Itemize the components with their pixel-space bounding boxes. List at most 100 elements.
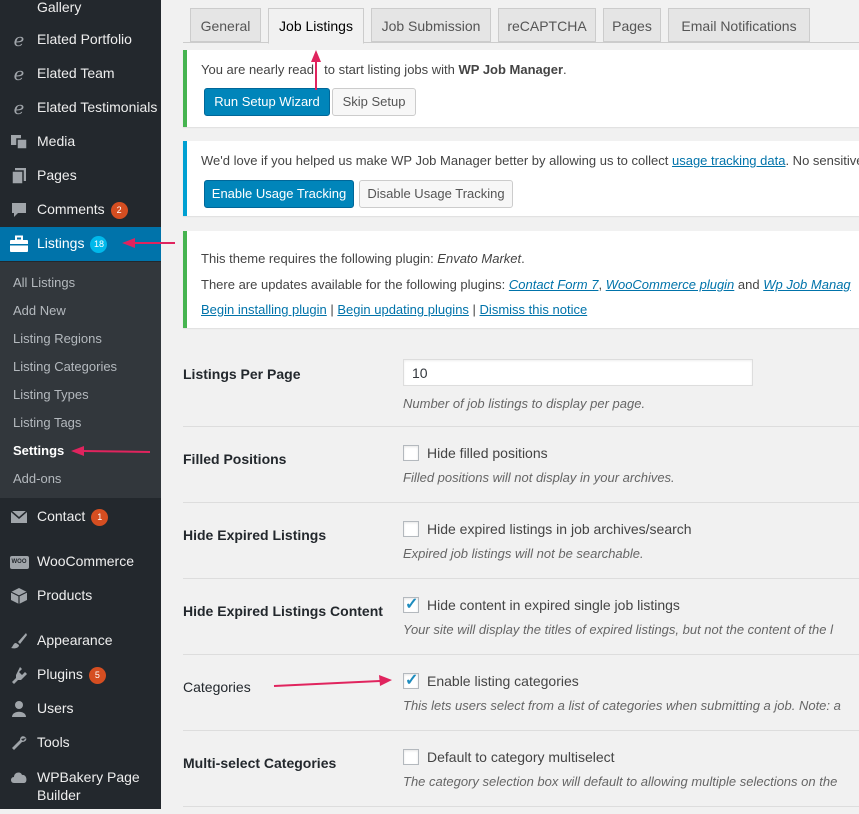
usage-tracking-text: We'd love if you helped us make WP Job M… (201, 153, 859, 168)
listings-submenu: All Listings Add New Listing Regions Lis… (0, 262, 161, 498)
hide-filled-label[interactable]: Hide filled positions (427, 445, 548, 461)
setup-notice-text: You are nearly ready to start listing jo… (201, 62, 567, 77)
enable-usage-tracking-button[interactable]: Enable Usage Tracking (204, 180, 354, 208)
hide-filled-checkbox[interactable] (403, 445, 419, 461)
menu-label: Media (37, 133, 76, 149)
menu-label: WPBakery Page Builder (37, 769, 140, 803)
comments-count-badge: 2 (110, 202, 128, 219)
menu-label: Tools (37, 734, 70, 750)
disable-usage-tracking-button[interactable]: Disable Usage Tracking (359, 180, 513, 208)
menu-label: Pages (37, 167, 77, 183)
menu-item-media[interactable]: Media (0, 125, 161, 159)
row-divider (183, 502, 859, 503)
filled-positions-desc: Filled positions will not display in you… (403, 470, 675, 485)
row-divider (183, 654, 859, 655)
submenu-all-listings[interactable]: All Listings (13, 275, 75, 290)
mail-icon (9, 507, 29, 527)
menu-item-comments[interactable]: Comments 2 (0, 193, 161, 227)
menu-item-gallery[interactable]: Gallery (0, 0, 161, 25)
submenu-listing-categories[interactable]: Listing Categories (13, 359, 117, 374)
category-multiselect-checkbox-label[interactable]: Default to category multiselect (427, 749, 615, 765)
hide-expired-content-desc: Your site will display the titles of exp… (403, 622, 833, 637)
begin-updating-plugins-link[interactable]: Begin updating plugins (337, 302, 469, 317)
hide-expired-desc: Expired job listings will not be searcha… (403, 546, 644, 561)
hide-expired-content-checkbox[interactable]: ✓ (403, 596, 419, 613)
briefcase-icon (9, 234, 29, 254)
checkmark-icon: ✓ (405, 672, 419, 689)
menu-label: Elated Portfolio (37, 31, 132, 47)
row-divider (183, 426, 859, 427)
submenu-settings[interactable]: Settings (13, 443, 64, 458)
row-divider (183, 806, 859, 807)
cloud-icon (9, 767, 29, 787)
menu-item-tools[interactable]: Tools (0, 726, 161, 760)
category-multiselect-checkbox[interactable] (403, 749, 419, 765)
begin-installing-plugin-link[interactable]: Begin installing plugin (201, 302, 327, 317)
menu-item-elated-team[interactable]: e Elated Team (0, 57, 161, 91)
usage-tracking-data-link[interactable]: usage tracking data (672, 153, 785, 168)
contact-form-7-link[interactable]: Contact Form 7 (509, 277, 599, 292)
enable-categories-checkbox-label[interactable]: Enable listing categories (427, 673, 579, 689)
menu-label: WooCommerce (37, 553, 134, 569)
tab-general[interactable]: General (190, 8, 261, 42)
listings-per-page-input[interactable] (403, 359, 753, 386)
wp-job-manager-link[interactable]: Wp Job Manag (763, 277, 850, 292)
comment-icon (9, 200, 29, 220)
tab-job-listings[interactable]: Job Listings (268, 8, 364, 44)
tab-email-notifications[interactable]: Email Notifications (668, 8, 810, 42)
hide-expired-content-checkbox-label[interactable]: Hide content in expired single job listi… (427, 597, 680, 613)
woo-icon: WOO (9, 552, 29, 572)
required-plugin-text: This theme requires the following plugin… (201, 251, 525, 266)
elated-e-icon: e (13, 63, 25, 85)
tab-recaptcha[interactable]: reCAPTCHA (498, 8, 596, 42)
menu-item-contact[interactable]: Contact 1 (0, 500, 161, 534)
tab-pages[interactable]: Pages (603, 8, 661, 42)
menu-label: Users (37, 700, 74, 716)
menu-label: Gallery (37, 0, 82, 15)
listings-per-page-desc: Number of job listings to display per pa… (403, 396, 646, 411)
multiselect-categories-desc: The category selection box will default … (403, 774, 838, 789)
elated-e-icon: e (13, 97, 25, 119)
run-setup-wizard-button[interactable]: Run Setup Wizard (204, 88, 330, 116)
arrow-to-categories-checkbox (273, 675, 392, 687)
menu-item-plugins[interactable]: Plugins 5 (0, 658, 161, 692)
contact-count-badge: 1 (91, 509, 109, 526)
menu-item-elated-testimonials[interactable]: e Elated Testimonials (0, 91, 161, 125)
menu-item-users[interactable]: Users (0, 692, 161, 726)
row-divider (183, 730, 859, 731)
brush-icon (9, 631, 29, 651)
media-icon (9, 132, 29, 152)
hide-expired-checkbox[interactable] (403, 521, 419, 537)
menu-item-pages[interactable]: Pages (0, 159, 161, 193)
filled-positions-label: Filled Positions (183, 451, 287, 467)
menu-label: Comments 2 (37, 201, 128, 219)
menu-label: Elated Team (37, 65, 115, 81)
elated-e-icon: e (13, 29, 25, 51)
listings-count-badge: 18 (90, 236, 108, 253)
hide-expired-label: Hide Expired Listings (183, 527, 327, 543)
menu-label: Listings 18 (37, 235, 108, 253)
tab-job-submission[interactable]: Job Submission (371, 8, 491, 42)
menu-item-listings[interactable]: Listings 18 (0, 227, 161, 261)
hide-expired-checkbox-label[interactable]: Hide expired listings in job archives/se… (427, 521, 692, 537)
hide-expired-content-label: Hide Expired Listings Content (183, 603, 383, 619)
menu-label: Contact 1 (37, 508, 109, 526)
submenu-listing-tags[interactable]: Listing Tags (13, 415, 81, 430)
submenu-add-new[interactable]: Add New (13, 303, 66, 318)
menu-item-elated-portfolio[interactable]: e Elated Portfolio (0, 23, 161, 57)
menu-item-products[interactable]: Products (0, 579, 161, 613)
submenu-add-ons[interactable]: Add-ons (13, 471, 61, 486)
submenu-listing-types[interactable]: Listing Types (13, 387, 89, 402)
menu-label: Products (37, 587, 93, 603)
skip-setup-button[interactable]: Skip Setup (332, 88, 416, 116)
menu-item-woocommerce[interactable]: WOO WooCommerce (0, 545, 161, 579)
woocommerce-plugin-link[interactable]: WooCommerce plugin (606, 277, 735, 292)
plugin-actions: Begin installing plugin | Begin updating… (201, 302, 588, 317)
menu-item-wpbakery[interactable]: WPBakery Page Builder (0, 760, 161, 806)
dismiss-notice-link[interactable]: Dismiss this notice (480, 302, 588, 317)
row-divider (183, 578, 859, 579)
menu-label: Elated Testimonials (37, 99, 158, 115)
menu-item-appearance[interactable]: Appearance (0, 624, 161, 658)
enable-categories-checkbox[interactable]: ✓ (403, 672, 419, 689)
submenu-listing-regions[interactable]: Listing Regions (13, 331, 102, 346)
